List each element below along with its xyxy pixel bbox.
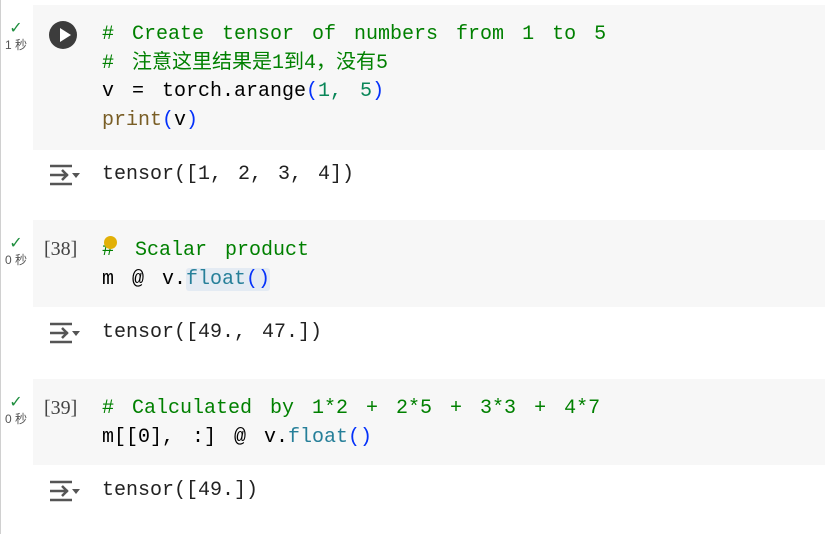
exec-time: 1 秒	[4, 38, 27, 52]
cell-status: ✓ 0 秒	[0, 394, 32, 427]
execution-count: [38]	[44, 238, 78, 260]
code-cell-2[interactable]: [38] # Scalar product m @ v.float()	[33, 220, 825, 307]
output-collapse-icon[interactable]	[48, 321, 80, 345]
code-line: v = torch.arange(1, 5)	[102, 78, 606, 107]
code-editor[interactable]: # Create tensor of numbers from 1 to 5 # …	[102, 21, 606, 135]
code-line: m[[0], :] @ v.float()	[102, 424, 600, 453]
code-editor[interactable]: # Calculated by 1*2 + 2*5 + 3*3 + 4*7 m[[…	[102, 395, 600, 452]
cell-output: tensor([1, 2, 3, 4])	[102, 163, 355, 186]
code-token: m @ v.	[102, 267, 187, 291]
code-token: ()	[348, 425, 373, 449]
code-token: print	[102, 108, 163, 132]
check-icon: ✓	[9, 20, 23, 37]
check-icon: ✓	[9, 235, 23, 252]
output-collapse-icon[interactable]	[48, 163, 80, 187]
cell-output: tensor([49., 47.])	[102, 321, 323, 344]
code-line: # Create tensor of numbers from 1 to 5	[102, 23, 607, 46]
code-token: )	[186, 108, 199, 132]
code-editor[interactable]: # Scalar product m @ v.float()	[102, 236, 309, 294]
code-line: # 注意这里结果是1到4，没有5	[102, 51, 389, 75]
cell-status: ✓ 0 秒	[0, 235, 32, 268]
cell-output: tensor([49.])	[102, 479, 259, 502]
code-token: ()	[246, 267, 271, 291]
output-collapse-icon[interactable]	[48, 479, 80, 503]
code-token: float	[288, 425, 349, 449]
code-line: # Calculated by 1*2 + 2*5 + 3*3 + 4*7	[102, 397, 601, 420]
code-token: 1, 5	[318, 80, 373, 103]
code-line: # Scalar product	[102, 236, 309, 266]
code-token: float	[186, 267, 247, 291]
code-token: Scalar product	[117, 239, 310, 262]
code-token: v = torch.arange	[102, 80, 307, 103]
code-token: (	[306, 80, 319, 103]
code-token: v	[174, 108, 187, 132]
execution-count: [39]	[44, 397, 78, 419]
check-icon: ✓	[9, 394, 23, 411]
code-token: (	[162, 108, 175, 132]
exec-time: 0 秒	[4, 412, 27, 426]
exec-time: 0 秒	[4, 253, 27, 267]
code-cell-1[interactable]: # Create tensor of numbers from 1 to 5 # …	[33, 5, 825, 150]
code-line: m @ v.float()	[102, 266, 309, 295]
code-cell-3[interactable]: [39] # Calculated by 1*2 + 2*5 + 3*3 + 4…	[33, 379, 825, 465]
code-line: print(v)	[102, 107, 606, 136]
cell-status: ✓ 1 秒	[0, 20, 32, 53]
play-circle-icon[interactable]	[49, 21, 77, 49]
code-token: )	[372, 80, 385, 103]
lightbulb-icon[interactable]	[104, 236, 118, 249]
code-token: m[[0], :] @ v.	[102, 425, 289, 449]
